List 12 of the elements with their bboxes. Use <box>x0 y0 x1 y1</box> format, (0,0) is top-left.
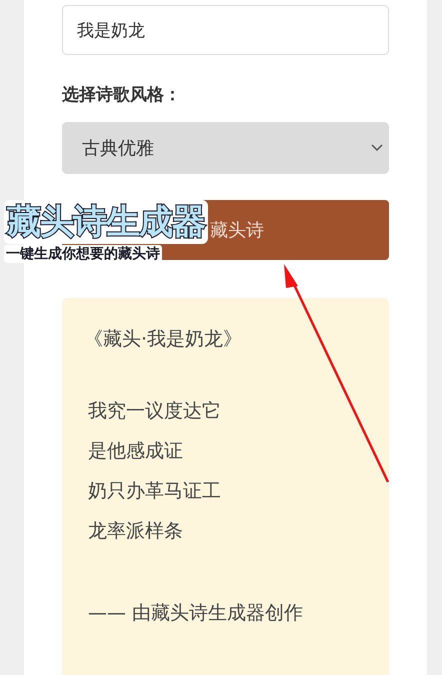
poem-line: 我究一议度达它 <box>88 399 222 424</box>
poem-line: 龙率派样条 <box>88 519 184 544</box>
chevron-down-icon <box>371 144 383 152</box>
poem-title: 《藏头·我是奶龙》 <box>84 327 244 352</box>
style-label: 选择诗歌风格： <box>62 84 182 106</box>
poem-line: 是他感成证 <box>88 439 184 464</box>
style-select[interactable]: 古典优雅 <box>62 122 389 174</box>
name-input-field[interactable]: 我是奶龙 <box>62 5 389 55</box>
poem-credit: —— 由藏头诗生成器创作 <box>88 601 304 626</box>
caption-subtitle: 一键生成你想要的藏头诗 <box>4 245 162 263</box>
caption-title: 藏头诗生成器 <box>4 200 208 244</box>
poem-line: 奶只办革马证工 <box>88 479 222 504</box>
